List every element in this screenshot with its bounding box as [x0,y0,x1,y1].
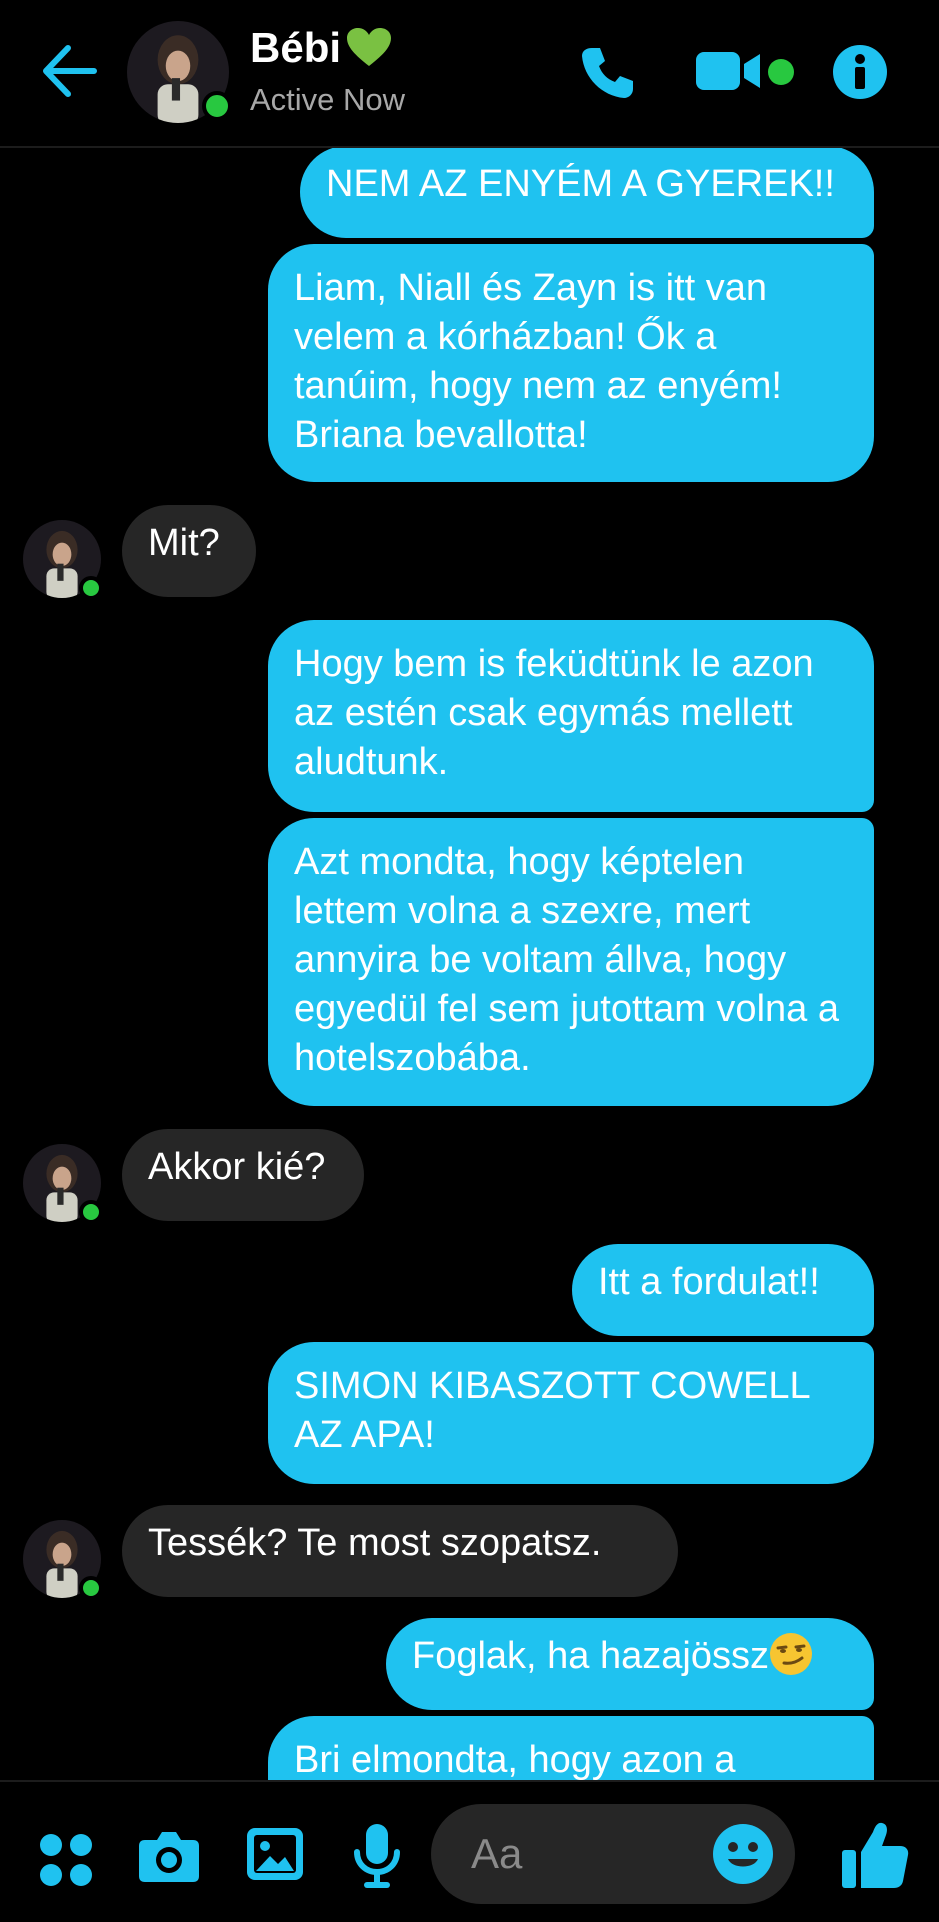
message-text: Foglak, ha hazajössz [412,1635,769,1677]
thumbs-up-icon[interactable] [840,1820,910,1890]
contact-avatar-small[interactable] [23,1144,103,1224]
sent-message[interactable]: Itt a fordulat!! [572,1244,874,1336]
message-text: Mit? [148,522,220,564]
camera-icon[interactable] [137,1828,201,1884]
emoji-icon[interactable] [712,1823,774,1885]
sent-message[interactable]: Liam, Niall és Zayn is itt van velem a k… [268,244,874,482]
back-arrow-icon[interactable] [38,40,98,102]
apps-icon[interactable] [38,1832,94,1888]
message-text: Hogy bem is feküdtünk le azon az estén c… [294,643,814,783]
sent-message[interactable]: SIMON KIBASZOTT COWELL AZ APA! [268,1342,874,1484]
message-text: Bri elmondta, hogy azon a [294,1739,736,1780]
sent-message[interactable]: Azt mondta, hogy képtelen lettem volna a… [268,818,874,1106]
message-text: Liam, Niall és Zayn is itt van velem a k… [294,267,782,456]
contact-name: Bébi [250,24,393,72]
received-message[interactable]: Akkor kié? [122,1129,364,1221]
online-indicator [202,91,232,121]
smirk-emoji-icon [769,1633,812,1675]
video-call-icon[interactable] [694,48,764,94]
contact-avatar-small[interactable] [23,520,103,600]
received-message[interactable]: Mit? [122,505,256,597]
online-indicator [79,1200,103,1224]
message-text: Azt mondta, hogy képtelen lettem volna a… [294,841,839,1079]
microphone-icon[interactable] [352,1822,402,1890]
info-icon[interactable] [832,44,888,100]
message-text: SIMON KIBASZOTT COWELL AZ APA! [294,1365,810,1456]
active-status: Active Now [250,82,406,117]
contact-name-text: Bébi [250,24,342,71]
message-text: Akkor kié? [148,1146,326,1188]
message-text: Tessék? Te most szopatsz. [148,1522,602,1564]
video-active-dot [768,59,794,85]
online-indicator [79,1576,103,1600]
composer-bar: Aa [0,1780,939,1922]
message-thread[interactable]: NEM AZ ENYÉM A GYEREK!! Liam, Niall és Z… [0,146,939,1780]
message-text: NEM AZ ENYÉM A GYEREK!! [326,163,835,205]
sent-message[interactable]: Hogy bem is feküdtünk le azon az estén c… [268,620,874,812]
contact-avatar-small[interactable] [23,1520,103,1600]
message-input[interactable]: Aa [431,1804,795,1904]
green-heart-icon [347,28,392,66]
sent-message[interactable]: NEM AZ ENYÉM A GYEREK!! [300,146,874,238]
message-text: Itt a fordulat!! [598,1261,820,1303]
message-input-placeholder: Aa [471,1830,523,1877]
received-message[interactable]: Tessék? Te most szopatsz. [122,1505,678,1597]
contact-avatar[interactable] [127,21,232,123]
online-indicator [79,576,103,600]
sent-message[interactable]: Foglak, ha hazajössz [386,1618,874,1710]
gallery-icon[interactable] [245,1826,305,1882]
phone-icon[interactable] [578,44,636,102]
conversation-header: Bébi Active Now [0,0,939,148]
sent-message[interactable]: Bri elmondta, hogy azon a [268,1716,874,1780]
